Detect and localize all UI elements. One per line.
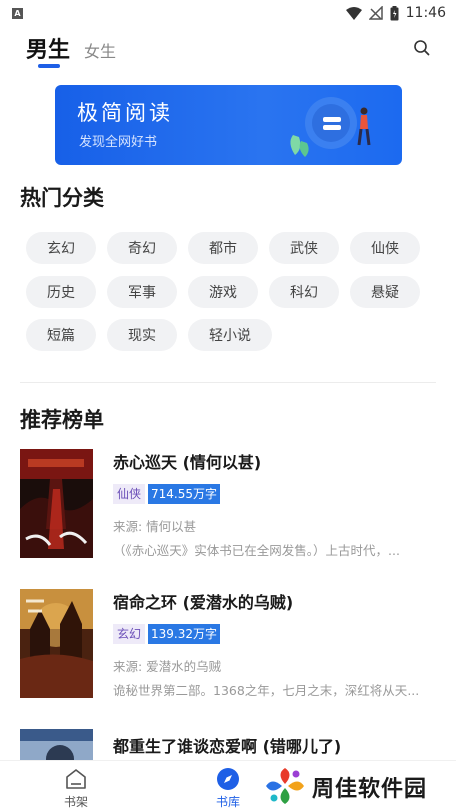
nav-bookshelf-label: 书架: [63, 795, 88, 809]
nav-library-label: 书库: [215, 795, 240, 809]
status-bar: A 11:46: [0, 0, 456, 26]
book-cover: [20, 729, 93, 760]
top-tabs: 男生 女生: [0, 30, 456, 70]
tab-male[interactable]: 男生: [26, 32, 70, 64]
book-word-count-tag: 714.55万字: [148, 484, 221, 504]
category-chip[interactable]: 短篇: [26, 319, 96, 351]
category-chip[interactable]: 现实: [107, 319, 177, 351]
category-chip[interactable]: 悬疑: [350, 276, 420, 308]
tab-active-indicator: [38, 64, 60, 68]
category-chip[interactable]: 历史: [26, 276, 96, 308]
battery-icon: [390, 5, 399, 20]
book-item[interactable]: 宿命之环 (爱潜水的乌贼) 玄幻 139.32万字 来源: 爱潜水的乌贼 诡秘世…: [20, 589, 436, 701]
book-category-tag: 玄幻: [113, 624, 146, 644]
category-chip[interactable]: 军事: [107, 276, 177, 308]
book-author: 来源: 爱潜水的乌贼: [113, 659, 222, 674]
book-cover: [20, 589, 93, 698]
book-description: （《赤心巡天》实体书已在全网发售。）上古时代，...: [113, 543, 400, 558]
book-item[interactable]: 赤心巡天 (情何以甚) 仙侠 714.55万字 来源: 情何以甚 （《赤心巡天》…: [20, 449, 436, 561]
watermark-logo-icon: [266, 768, 304, 804]
compass-icon: [217, 768, 239, 790]
watermark-text: 周佳软件园: [312, 777, 428, 802]
category-chip[interactable]: 轻小说: [188, 319, 272, 351]
category-chip[interactable]: 奇幻: [107, 232, 177, 264]
notification-icon: A: [12, 7, 23, 19]
book-author: 来源: 情何以甚: [113, 519, 197, 534]
banner-illustration: [290, 97, 371, 157]
book-category-tag: 仙侠: [113, 484, 146, 504]
book-title: 宿命之环 (爱潜水的乌贼): [113, 593, 294, 612]
ranking-title: 推荐榜单: [20, 408, 104, 432]
category-chip[interactable]: 武侠: [269, 232, 339, 264]
book-title: 赤心巡天 (情何以甚): [113, 453, 262, 472]
signal-off-icon: [368, 6, 383, 20]
book-item[interactable]: 都重生了谁谈恋爱啊 (错哪儿了): [20, 729, 436, 760]
book-tags: 仙侠 714.55万字: [113, 484, 221, 504]
wifi-icon: [345, 6, 362, 20]
category-chip[interactable]: 都市: [188, 232, 258, 264]
watermark: 周佳软件园: [262, 764, 452, 808]
banner-subtitle: 发现全网好书: [79, 135, 158, 150]
section-divider: [20, 382, 436, 383]
nav-bookshelf[interactable]: 书架: [46, 761, 106, 812]
category-chip[interactable]: 科幻: [269, 276, 339, 308]
promo-banner[interactable]: 极简阅读 发现全网好书: [55, 85, 402, 165]
book-word-count-tag: 139.32万字: [148, 624, 221, 644]
tab-female[interactable]: 女生: [84, 38, 116, 62]
book-title: 都重生了谁谈恋爱啊 (错哪儿了): [113, 737, 342, 756]
book-description: 诡秘世界第二部。1368之年，七月之末，深红将从天...: [113, 683, 420, 698]
nav-library[interactable]: 书库: [198, 761, 258, 812]
category-chip[interactable]: 仙侠: [350, 232, 420, 264]
status-time: 11:46: [405, 5, 446, 21]
category-chip[interactable]: 玄幻: [26, 232, 96, 264]
search-icon[interactable]: [412, 38, 432, 58]
category-chip[interactable]: 游戏: [188, 276, 258, 308]
banner-title: 极简阅读: [77, 101, 173, 125]
book-cover: [20, 449, 93, 558]
book-tags: 玄幻 139.32万字: [113, 624, 221, 644]
categories-title: 热门分类: [20, 186, 104, 210]
bookshelf-icon: [66, 769, 86, 789]
